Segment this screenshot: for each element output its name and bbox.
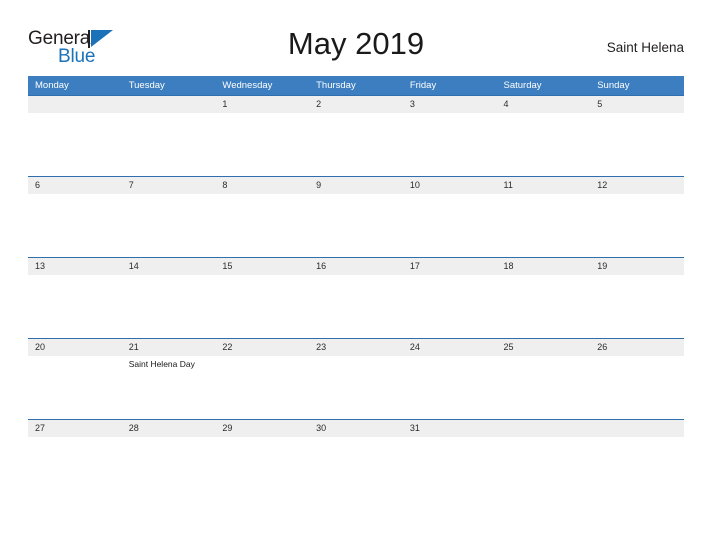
day-event: Saint Helena Day [128, 359, 195, 369]
weekday-tuesday: Tuesday [128, 80, 165, 91]
week-body-row [28, 194, 684, 256]
weekday-sunday: Sunday [597, 80, 630, 91]
week-body-row: Saint Helena Day [28, 356, 684, 418]
day-number: 13 [35, 261, 46, 271]
day-cell[interactable] [497, 437, 591, 499]
day-number: 21 [128, 342, 139, 352]
weekday-saturday: Saturday [503, 80, 542, 91]
day-cell[interactable] [590, 194, 684, 256]
day-number: 16 [316, 261, 327, 271]
day-cell[interactable] [403, 275, 497, 337]
location-label: Saint Helena [606, 40, 684, 55]
day-cell[interactable] [497, 356, 591, 418]
week-date-band: 1 2 3 4 5 [28, 95, 684, 113]
week-date-band: 13 14 15 16 17 18 19 [28, 257, 684, 275]
day-number: 14 [128, 261, 139, 271]
day-cell[interactable] [122, 275, 216, 337]
day-cell[interactable] [590, 275, 684, 337]
day-cell[interactable] [122, 113, 216, 175]
day-number: 4 [503, 99, 509, 109]
week-body-row [28, 113, 684, 175]
day-number: 28 [128, 423, 139, 433]
day-cell[interactable] [309, 113, 403, 175]
day-number: 22 [222, 342, 233, 352]
day-number: 11 [503, 180, 513, 190]
week-row: 13 14 15 16 17 18 19 [28, 257, 684, 338]
day-number: 1 [222, 99, 228, 109]
week-row: 6 7 8 9 10 11 12 [28, 176, 684, 257]
day-cell[interactable] [309, 356, 403, 418]
week-date-band: 27 28 29 30 31 [28, 419, 684, 437]
day-cell[interactable] [497, 275, 591, 337]
day-cell[interactable] [403, 194, 497, 256]
day-number: 9 [316, 180, 322, 190]
day-cell[interactable] [28, 194, 122, 256]
weekday-thursday: Thursday [316, 80, 356, 91]
day-cell[interactable] [122, 437, 216, 499]
day-number: 19 [597, 261, 608, 271]
weekday-header-row: Monday Tuesday Wednesday Thursday Friday… [28, 76, 684, 95]
day-cell[interactable] [28, 275, 122, 337]
week-body-row [28, 275, 684, 337]
weekday-friday: Friday [409, 80, 437, 91]
day-number: 17 [409, 261, 420, 271]
day-cell[interactable] [309, 275, 403, 337]
day-cell[interactable] [590, 437, 684, 499]
day-cell[interactable] [590, 356, 684, 418]
day-cell[interactable]: Saint Helena Day [122, 356, 216, 418]
week-row: 1 2 3 4 5 [28, 95, 684, 176]
day-cell[interactable] [215, 275, 309, 337]
day-number [590, 420, 684, 437]
day-number [122, 96, 216, 113]
day-cell[interactable] [403, 113, 497, 175]
page-title: May 2019 [287, 26, 425, 61]
day-number: 29 [222, 423, 233, 433]
day-cell[interactable] [309, 194, 403, 256]
day-number: 27 [35, 423, 46, 433]
weekday-monday: Monday [35, 80, 69, 91]
day-cell[interactable] [403, 356, 497, 418]
week-body-row [28, 437, 684, 499]
page-header: General Blue May 2019 Saint Helena [28, 22, 684, 74]
week-date-band: 6 7 8 9 10 11 12 [28, 176, 684, 194]
week-row: 20 21 22 23 24 25 26 Saint Helena Day [28, 338, 684, 419]
day-cell[interactable] [215, 194, 309, 256]
day-cell[interactable] [122, 194, 216, 256]
day-cell[interactable] [309, 437, 403, 499]
day-number: 20 [35, 342, 46, 352]
day-number: 25 [503, 342, 514, 352]
day-number: 10 [409, 180, 420, 190]
day-cell[interactable] [497, 194, 591, 256]
day-number: 31 [409, 423, 420, 433]
day-cell[interactable] [28, 356, 122, 418]
day-cell[interactable] [28, 113, 122, 175]
day-number: 2 [316, 99, 322, 109]
day-number [28, 96, 122, 113]
week-date-band: 20 21 22 23 24 25 26 [28, 338, 684, 356]
day-cell[interactable] [215, 356, 309, 418]
day-number: 5 [597, 99, 603, 109]
day-cell[interactable] [28, 437, 122, 499]
day-cell[interactable] [497, 113, 591, 175]
day-cell[interactable] [215, 113, 309, 175]
day-cell[interactable] [403, 437, 497, 499]
day-number: 3 [409, 99, 415, 109]
day-number: 24 [409, 342, 420, 352]
day-number [497, 420, 591, 437]
day-number: 26 [597, 342, 608, 352]
day-number: 30 [316, 423, 327, 433]
day-number: 8 [222, 180, 228, 190]
day-number: 6 [35, 180, 41, 190]
weekday-wednesday: Wednesday [222, 80, 273, 91]
day-cell[interactable] [215, 437, 309, 499]
week-row: 27 28 29 30 31 [28, 419, 684, 500]
calendar-page: General Blue May 2019 Saint Helena Monda… [0, 0, 712, 550]
day-number: 7 [128, 180, 134, 190]
day-number: 23 [316, 342, 327, 352]
calendar-grid: Monday Tuesday Wednesday Thursday Friday… [28, 76, 684, 500]
day-cell[interactable] [590, 113, 684, 175]
day-number: 18 [503, 261, 514, 271]
day-number: 12 [597, 180, 608, 190]
day-number: 15 [222, 261, 233, 271]
